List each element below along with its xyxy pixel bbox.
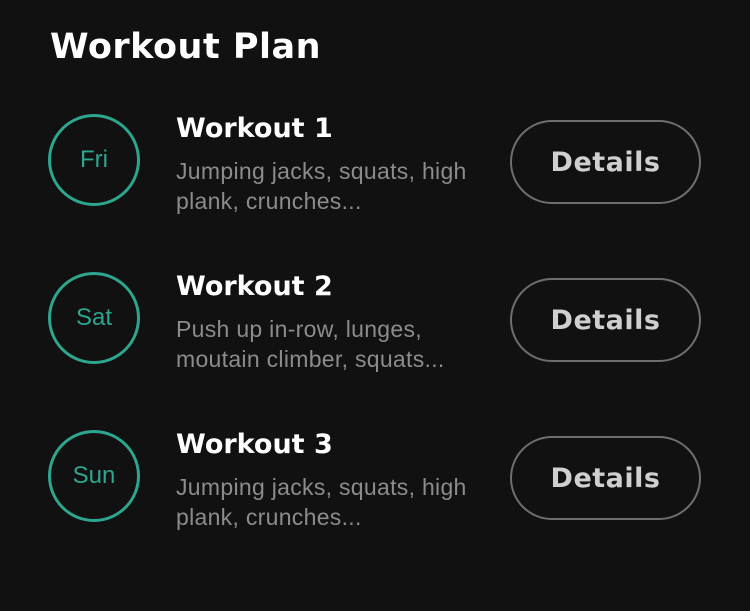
day-badge: Sun [48, 430, 140, 522]
workout-description: Push up in-row, lunges, moutain climber,… [176, 316, 445, 372]
workout-title: Workout 2 [176, 271, 333, 302]
details-button[interactable]: Details [510, 278, 701, 362]
details-button[interactable]: Details [510, 436, 701, 520]
workout-title: Workout 3 [176, 429, 333, 460]
page-title: Workout Plan [50, 27, 322, 67]
workout-row: Sun Workout 3 Jumping jacks, squats, hig… [0, 426, 750, 546]
workout-description: Jumping jacks, squats, high plank, crunc… [176, 474, 467, 530]
workout-description: Jumping jacks, squats, high plank, crunc… [176, 158, 467, 214]
workout-row: Fri Workout 1 Jumping jacks, squats, hig… [0, 110, 750, 230]
details-button[interactable]: Details [510, 120, 701, 204]
workout-plan-screen: Workout Plan Fri Workout 1 Jumping jacks… [0, 0, 750, 611]
workout-title: Workout 1 [176, 113, 333, 144]
workout-row: Sat Workout 2 Push up in-row, lunges, mo… [0, 268, 750, 388]
day-badge: Fri [48, 114, 140, 206]
day-badge: Sat [48, 272, 140, 364]
